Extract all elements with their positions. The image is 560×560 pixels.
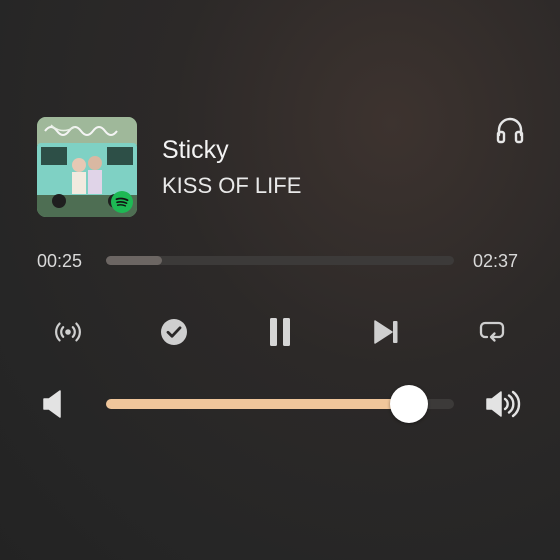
saved-button[interactable] [156,314,192,350]
pause-button[interactable] [262,314,298,350]
checkmark-circle-icon [161,319,187,345]
total-time: 02:37 [473,251,519,271]
track-artist: KISS OF LIFE [162,173,302,198]
volume-slider-thumb[interactable] [389,385,428,423]
seek-bar-fill [106,256,162,265]
repeat-button[interactable] [474,314,510,350]
volume-slider-fill [106,399,409,409]
album-art[interactable] [37,117,137,217]
media-player: Sticky KISS OF LIFE 00:25 02:37 [0,0,560,560]
broadcast-button[interactable] [50,314,86,350]
volume-slider[interactable] [106,385,454,423]
headphones-icon[interactable] [494,114,526,146]
skip-next-button[interactable] [368,314,404,350]
spotify-icon [111,191,133,213]
volume-high-icon[interactable] [484,387,522,421]
track-title: Sticky [162,136,229,164]
elapsed-time: 00:25 [37,251,83,271]
seek-bar[interactable] [106,256,454,265]
repeat-icon [479,321,505,342]
broadcast-icon [55,322,81,342]
volume-mute-icon[interactable] [38,387,76,421]
skip-next-icon [374,320,398,344]
pause-icon [270,318,290,346]
